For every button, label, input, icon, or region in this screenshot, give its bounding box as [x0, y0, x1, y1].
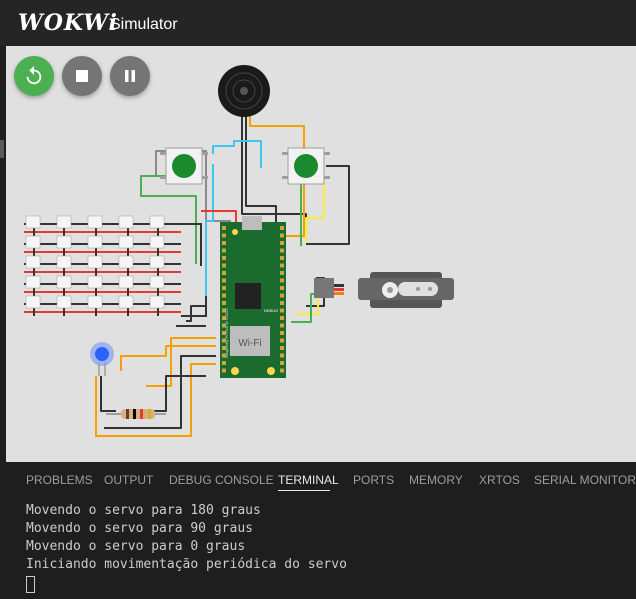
terminal-cursor	[26, 576, 35, 593]
led-matrix-cell[interactable]	[118, 255, 134, 269]
board-pin	[222, 301, 226, 305]
led-matrix-cell[interactable]	[149, 255, 165, 269]
led-matrix-cell[interactable]	[56, 275, 72, 289]
led-matrix-cell[interactable]	[118, 275, 134, 289]
led-matrix-cell[interactable]	[25, 235, 41, 249]
board-pin	[280, 263, 284, 268]
terminal-output[interactable]: Movendo o servo para 180 graus Movendo o…	[26, 502, 347, 593]
led-matrix-cell[interactable]	[25, 275, 41, 289]
led-matrix-cell[interactable]	[56, 235, 72, 249]
board-pin	[280, 248, 284, 253]
led-matrix-cell[interactable]	[56, 295, 72, 309]
board-pin	[280, 353, 284, 358]
tab-problems[interactable]: PROBLEMS	[26, 473, 93, 487]
board-pin	[280, 331, 284, 335]
led-matrix-cell[interactable]	[87, 215, 103, 229]
board-pin	[280, 271, 284, 275]
board-pin	[280, 346, 284, 350]
tab-debug-console[interactable]: DEBUG CONSOLE	[169, 473, 274, 487]
terminal-line: Iniciando movimentação periódica do serv…	[26, 557, 347, 572]
led-matrix-cell[interactable]	[56, 255, 72, 269]
board-pin	[222, 293, 226, 298]
board-pin	[222, 263, 226, 268]
board-pin	[222, 368, 226, 373]
blue-led[interactable]	[90, 342, 114, 376]
board-pin	[280, 368, 284, 373]
board-pin	[280, 256, 284, 260]
restart-button[interactable]	[14, 56, 54, 96]
left-scroll-indicator[interactable]	[0, 140, 4, 158]
restart-icon	[26, 65, 42, 85]
board-pin	[280, 308, 284, 313]
top-bar: WOKWi Simulator	[0, 0, 636, 46]
board-pin	[222, 241, 226, 245]
stop-icon	[76, 70, 88, 82]
terminal-line: Movendo o servo para 180 graus	[26, 503, 261, 518]
led-matrix-cell[interactable]	[118, 235, 134, 249]
board-pin	[222, 278, 226, 283]
pushbutton-right[interactable]	[282, 147, 330, 185]
board-pin	[280, 278, 284, 283]
board-pin	[222, 256, 226, 260]
board-pin	[222, 233, 226, 238]
wokwi-logo: WOKWi	[18, 10, 118, 36]
board-pin	[280, 338, 284, 343]
pushbutton-left[interactable]	[160, 147, 208, 185]
led-matrix-cell[interactable]	[149, 275, 165, 289]
led-matrix-cell[interactable]	[87, 255, 103, 269]
simulation-canvas[interactable]: Wi-Fi DEBUG Raspberry Pi Pico W ©2022	[6, 46, 636, 462]
board-pin	[280, 301, 284, 305]
panel-tabs: PROBLEMS OUTPUT DEBUG CONSOLE TERMINAL P…	[6, 462, 636, 496]
led-matrix-cell[interactable]	[56, 215, 72, 229]
pico-w-board[interactable]: Wi-Fi DEBUG Raspberry Pi Pico W ©2022	[220, 216, 286, 378]
board-pin	[222, 271, 226, 275]
led-matrix-cell[interactable]	[25, 295, 41, 309]
terminal-line: Movendo o servo para 90 graus	[26, 521, 253, 536]
led-matrix-cell[interactable]	[118, 215, 134, 229]
terminal-line: Movendo o servo para 0 graus	[26, 539, 246, 554]
board-pin	[280, 286, 284, 290]
led-matrix-cell[interactable]	[87, 235, 103, 249]
board-pin	[280, 241, 284, 245]
tab-serial-monitor[interactable]: SERIAL MONITOR	[534, 473, 636, 487]
board-pin	[280, 226, 284, 230]
tab-output[interactable]: OUTPUT	[104, 473, 153, 487]
pause-button[interactable]	[110, 56, 150, 96]
board-pin	[280, 233, 284, 238]
active-tab-underline	[278, 490, 330, 491]
led-matrix-cell[interactable]	[87, 275, 103, 289]
board-pin	[222, 226, 226, 230]
pause-icon	[125, 70, 135, 82]
tab-ports[interactable]: PORTS	[353, 473, 394, 487]
board-pin	[280, 361, 284, 365]
tab-memory[interactable]: MEMORY	[409, 473, 463, 487]
circuit-diagram[interactable]: Wi-Fi DEBUG Raspberry Pi Pico W ©2022	[6, 46, 636, 462]
bottom-panel: PROBLEMS OUTPUT DEBUG CONSOLE TERMINAL P…	[6, 462, 636, 593]
board-pin	[280, 323, 284, 328]
tab-terminal[interactable]: TERMINAL	[278, 473, 339, 487]
board-pin	[222, 286, 226, 290]
servo-motor[interactable]	[314, 272, 454, 308]
app-title: Simulator	[110, 16, 178, 33]
led-matrix-cell[interactable]	[25, 255, 41, 269]
buzzer[interactable]	[218, 65, 270, 117]
tab-xrtos[interactable]: XRTOS	[479, 473, 520, 487]
led-matrix-cell[interactable]	[25, 215, 41, 229]
stop-button[interactable]	[62, 56, 102, 96]
wifi-label: Wi-Fi	[238, 338, 261, 349]
board-pin	[222, 248, 226, 253]
led-matrix-cell[interactable]	[118, 295, 134, 309]
board-name-label: Raspberry Pi Pico W ©2022	[224, 307, 229, 358]
led-matrix-cell[interactable]	[149, 235, 165, 249]
led-matrix-cell[interactable]	[149, 295, 165, 309]
led-matrix-cell[interactable]	[149, 215, 165, 229]
board-pin	[222, 361, 226, 365]
board-pin	[280, 316, 284, 320]
debug-label: DEBUG	[264, 308, 278, 313]
board-pin	[280, 293, 284, 298]
led-matrix-cell[interactable]	[87, 295, 103, 309]
